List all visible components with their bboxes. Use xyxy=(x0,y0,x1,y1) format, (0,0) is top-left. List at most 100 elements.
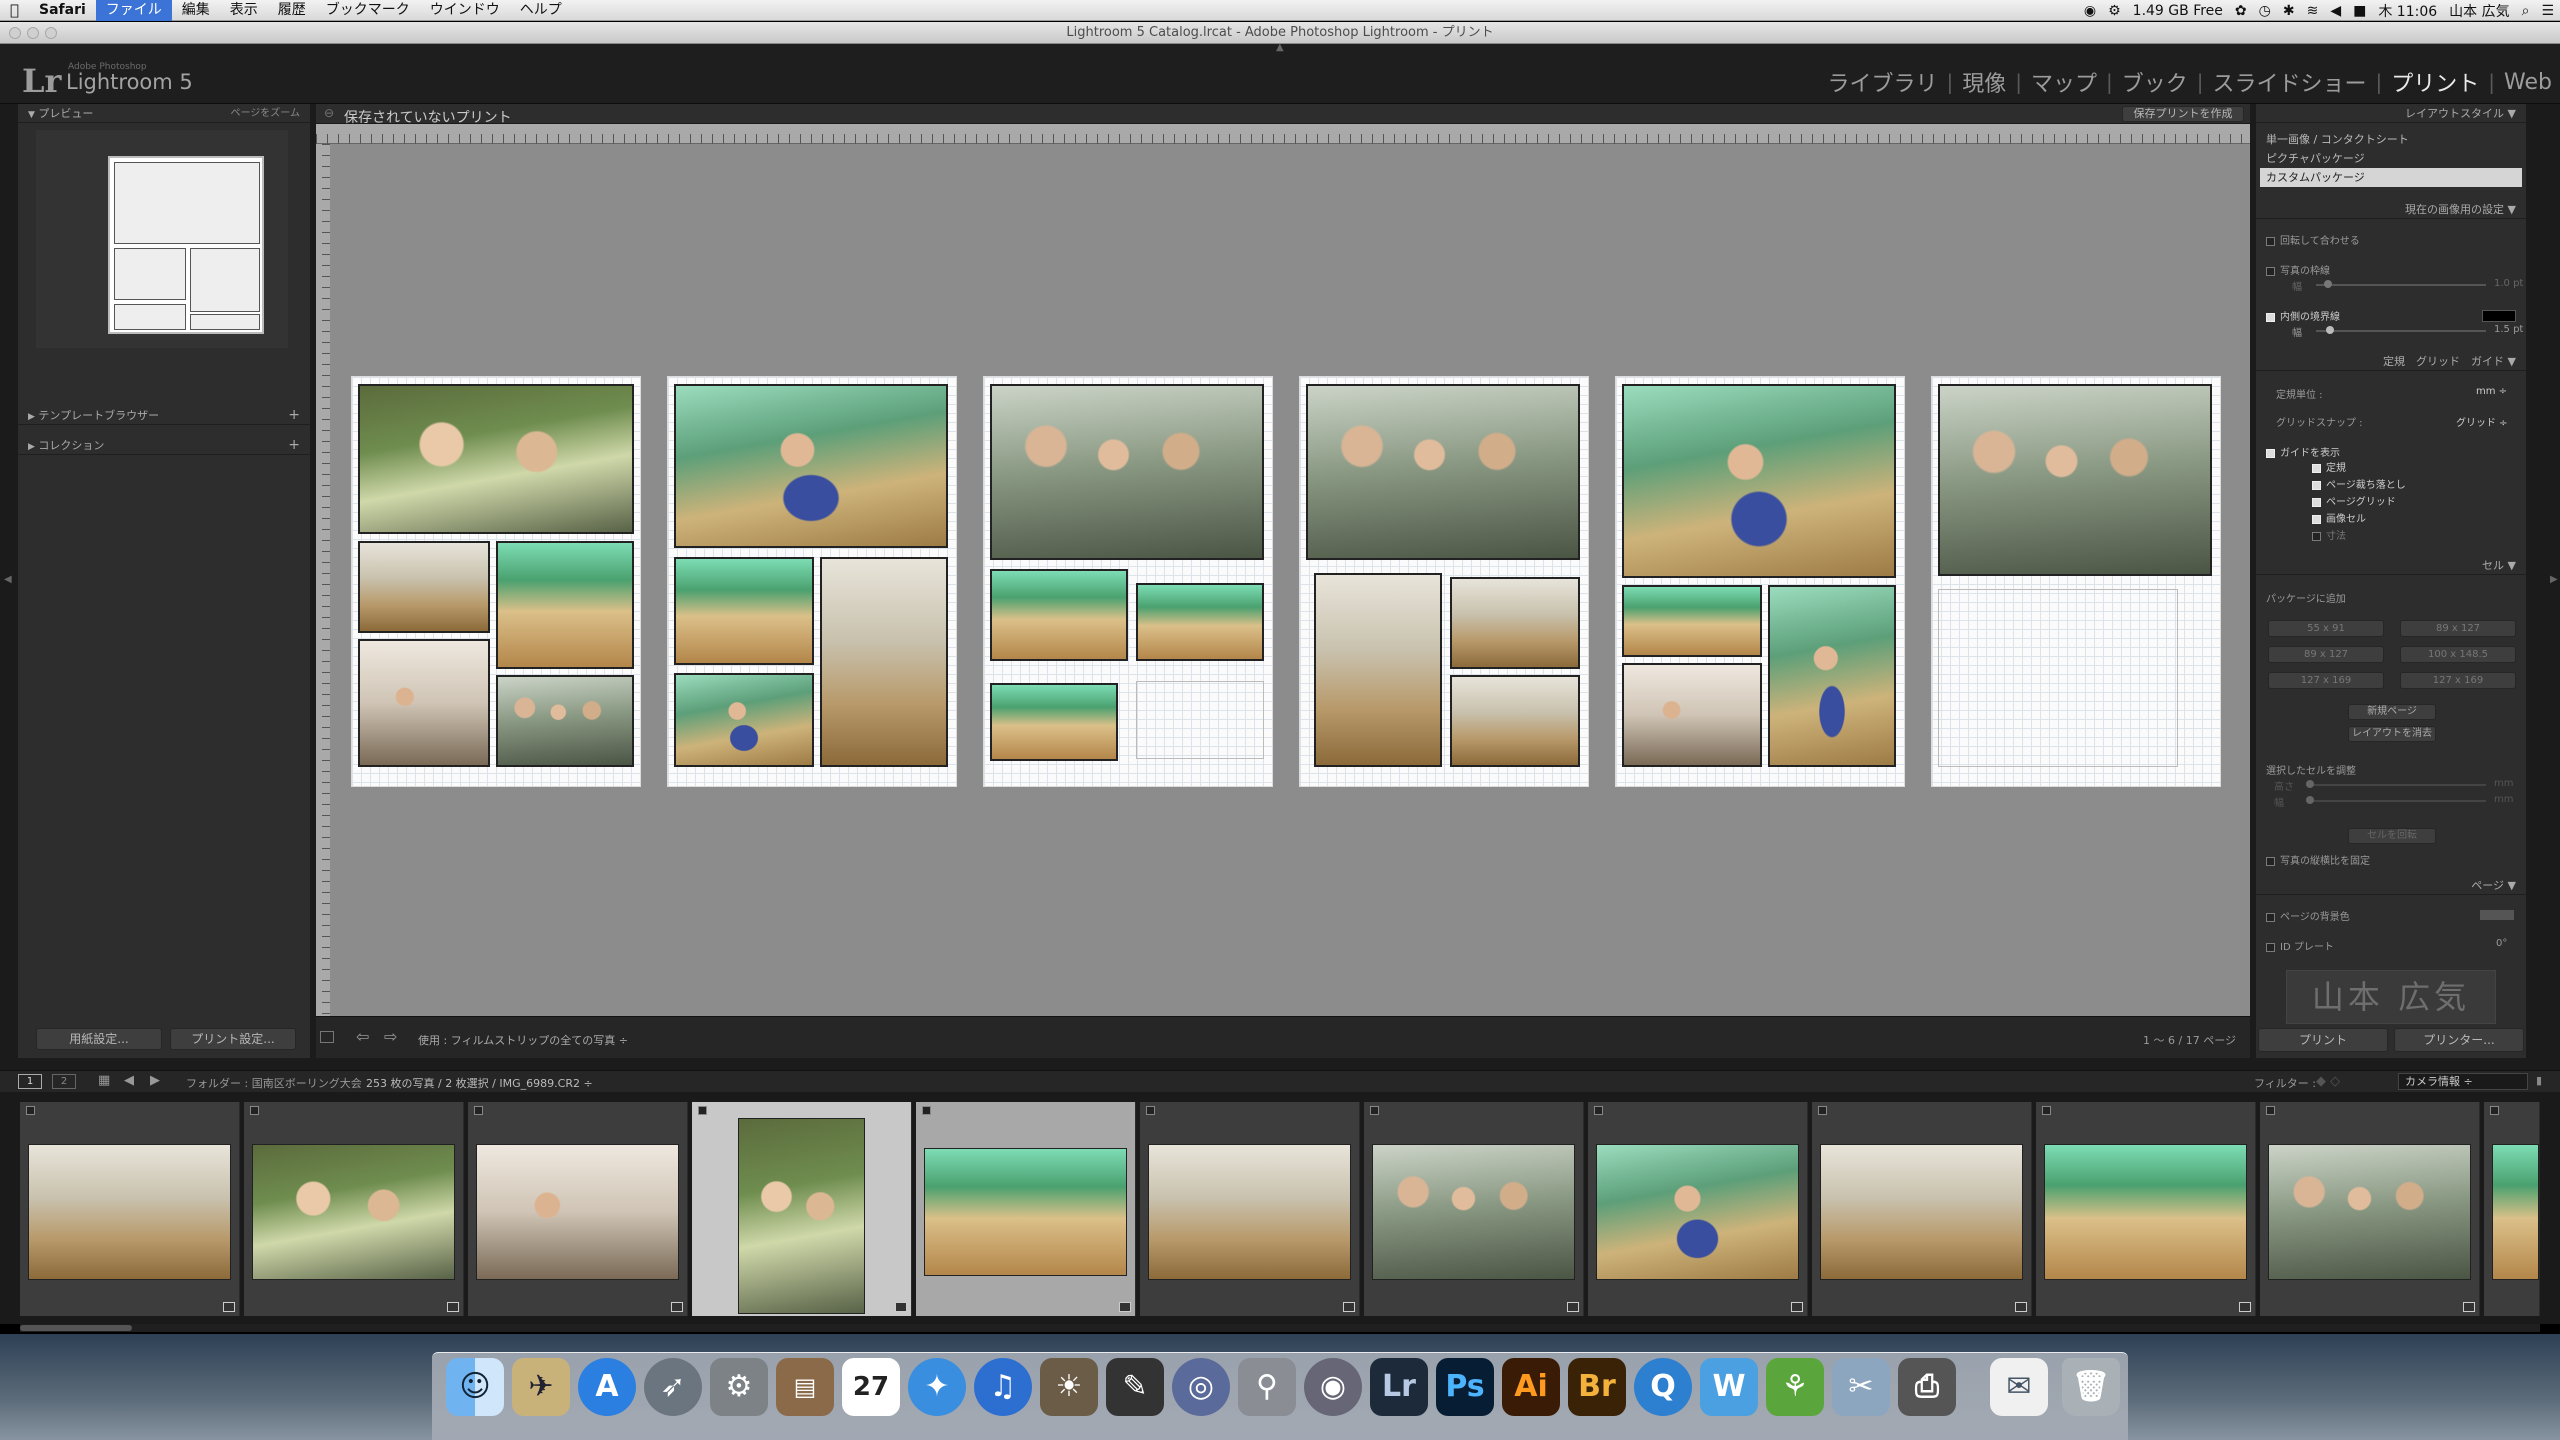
empty-cell[interactable] xyxy=(1136,681,1264,759)
film-thumb[interactable] xyxy=(2036,1102,2256,1316)
filter-toggle-icon[interactable]: ▮ xyxy=(2536,1074,2542,1087)
flag-icon[interactable] xyxy=(2490,1106,2499,1115)
final-cut-icon[interactable]: ✎ xyxy=(1106,1358,1164,1416)
mail-draft-icon[interactable]: ✉ xyxy=(1990,1358,2048,1416)
print-page-5[interactable] xyxy=(1615,376,1905,787)
image-cell[interactable] xyxy=(1450,577,1580,669)
print-page-6[interactable] xyxy=(1931,376,2221,787)
menu-file[interactable]: ファイル xyxy=(95,0,172,21)
print-settings-button[interactable]: プリント設定... xyxy=(170,1028,296,1050)
finder-icon[interactable]: ☺ xyxy=(446,1358,504,1416)
film-thumb[interactable] xyxy=(2260,1102,2480,1316)
folder-path[interactable]: フォルダー : 国南区ボーリング大会 xyxy=(186,1075,362,1091)
print-button[interactable]: プリント xyxy=(2258,1028,2388,1052)
filmstrip-scrollbar[interactable] xyxy=(20,1324,2540,1332)
zoom-window-button[interactable] xyxy=(45,27,57,39)
flag-icon[interactable] xyxy=(474,1106,483,1115)
selection-count[interactable]: 253 枚の写真 / 2 枚選択 / IMG_6989.CR2 ÷ xyxy=(366,1075,593,1091)
page-setup-button[interactable]: 用紙設定... xyxy=(36,1028,162,1050)
photo-border-option[interactable]: 写真の枠線 xyxy=(2266,262,2330,277)
window-1-button[interactable]: 1 xyxy=(18,1074,42,1089)
menu-safari[interactable]: Safari xyxy=(29,0,96,21)
empty-cell[interactable] xyxy=(1938,589,2178,767)
add-cell-button-5[interactable]: 127 x 169 xyxy=(2268,672,2384,689)
menu-bookmarks[interactable]: ブックマーク xyxy=(316,0,420,21)
mail-stamp-icon[interactable]: ✈ xyxy=(512,1358,570,1416)
clock[interactable]: 木 11:06 xyxy=(2378,1,2437,21)
show-guides-option[interactable]: ガイドを表示 xyxy=(2266,444,2340,459)
dvd-player-icon[interactable]: ◉ xyxy=(1304,1358,1362,1416)
image-cell[interactable] xyxy=(358,639,490,767)
image-cell[interactable] xyxy=(358,541,490,633)
app-store-icon[interactable]: A xyxy=(578,1358,636,1416)
template-browser-header[interactable]: ▶ テンプレートブラウザー + xyxy=(18,406,310,425)
image-cell[interactable] xyxy=(1306,384,1580,560)
expand-left-icon[interactable]: ◀ xyxy=(4,574,12,585)
add-collection-icon[interactable]: + xyxy=(288,436,300,455)
film-thumb[interactable] xyxy=(244,1102,464,1316)
identity-angle[interactable]: 0° xyxy=(2496,938,2507,949)
add-template-icon[interactable]: + xyxy=(288,406,300,425)
prev-page-icon[interactable]: ⇦ xyxy=(356,1027,369,1046)
time-machine-icon[interactable]: ◷ xyxy=(2259,3,2271,19)
next-page-icon[interactable]: ⇨ xyxy=(384,1027,397,1046)
window-2-button[interactable]: 2 xyxy=(52,1074,76,1089)
image-cell[interactable] xyxy=(496,675,634,767)
menu-edit[interactable]: 編集 xyxy=(172,0,220,21)
wunderlist-icon[interactable]: W xyxy=(1700,1358,1758,1416)
menu-help[interactable]: ヘルプ xyxy=(510,0,572,21)
module-book[interactable]: ブック xyxy=(2122,66,2188,98)
motion-icon[interactable]: ◎ xyxy=(1172,1358,1230,1416)
page-header[interactable]: ページ ▼ xyxy=(2256,876,2526,895)
forward-icon[interactable]: ▶ xyxy=(150,1073,160,1088)
identity-plate-option[interactable]: ID プレート xyxy=(2266,938,2334,953)
network-icon[interactable]: ⚘ xyxy=(1766,1358,1824,1416)
guide-page-grid[interactable]: ページグリッド xyxy=(2312,494,2406,511)
lock-aspect-option[interactable]: 写真の縦横比を固定 xyxy=(2266,852,2370,867)
bridge-icon[interactable]: Br xyxy=(1568,1358,1626,1416)
eye-icon[interactable]: ◉ xyxy=(2084,3,2096,19)
photoshop-icon[interactable]: Ps xyxy=(1436,1358,1494,1416)
module-develop[interactable]: 現像 xyxy=(1962,66,2006,98)
film-thumb[interactable] xyxy=(1588,1102,1808,1316)
new-page-button[interactable]: 新規ページ xyxy=(2348,704,2436,720)
menu-view[interactable]: 表示 xyxy=(220,0,268,21)
flag-icon[interactable] xyxy=(2266,1106,2275,1115)
module-library[interactable]: ライブラリ xyxy=(1827,66,1937,98)
grid-snap-select[interactable]: グリッド ÷ xyxy=(2456,414,2508,429)
film-thumb-selected[interactable] xyxy=(916,1102,1136,1316)
film-thumb[interactable] xyxy=(1364,1102,1584,1316)
preview-app-icon[interactable]: ⚲ xyxy=(1238,1358,1296,1416)
filter-select[interactable]: カメラ情報 ÷ xyxy=(2398,1073,2528,1090)
quicktime-icon[interactable]: Q xyxy=(1634,1358,1692,1416)
add-cell-button-2[interactable]: 89 x 127 xyxy=(2400,620,2516,637)
memory-icon[interactable]: ⚙ xyxy=(2108,3,2121,19)
image-cell[interactable] xyxy=(674,384,948,548)
film-thumb[interactable] xyxy=(20,1102,240,1316)
expand-right-icon[interactable]: ▶ xyxy=(2550,574,2558,585)
module-slideshow[interactable]: スライドショー xyxy=(2213,66,2367,98)
style-custom-package[interactable]: カスタムパッケージ xyxy=(2260,168,2522,187)
filmstrip-scroll-thumb[interactable] xyxy=(20,1325,132,1331)
sync-icon[interactable]: ✿ xyxy=(2235,3,2247,19)
save-print-button[interactable]: 保存プリントを作成 xyxy=(2122,106,2244,122)
printer-icon[interactable]: ⎙ xyxy=(1898,1358,1956,1416)
flag-icon[interactable] xyxy=(1594,1106,1603,1115)
filter-flag-icon[interactable]: ◆ ◇ xyxy=(2316,1074,2340,1089)
print-page-4[interactable] xyxy=(1299,376,1589,787)
image-cell[interactable] xyxy=(1136,583,1264,661)
image-cell[interactable] xyxy=(1450,675,1580,767)
layout-style-header[interactable]: レイアウトスタイル ▼ xyxy=(2256,104,2526,123)
page-bg-option[interactable]: ページの背景色 xyxy=(2266,908,2350,923)
image-cell[interactable] xyxy=(990,569,1128,661)
flag-icon[interactable] xyxy=(922,1106,931,1115)
notification-icon[interactable]: ☰ xyxy=(2541,3,2554,19)
volume-icon[interactable]: ◀ xyxy=(2330,3,2341,19)
collections-header[interactable]: ▶ コレクション + xyxy=(18,436,310,455)
launchpad-icon[interactable]: ➶ xyxy=(644,1358,702,1416)
cells-header[interactable]: セル ▼ xyxy=(2256,556,2526,575)
flag-icon[interactable] xyxy=(1370,1106,1379,1115)
module-web[interactable]: Web xyxy=(2504,70,2552,95)
rotate-to-fit-option[interactable]: 回転して合わせる xyxy=(2266,232,2360,247)
print-page-3[interactable] xyxy=(983,376,1273,787)
